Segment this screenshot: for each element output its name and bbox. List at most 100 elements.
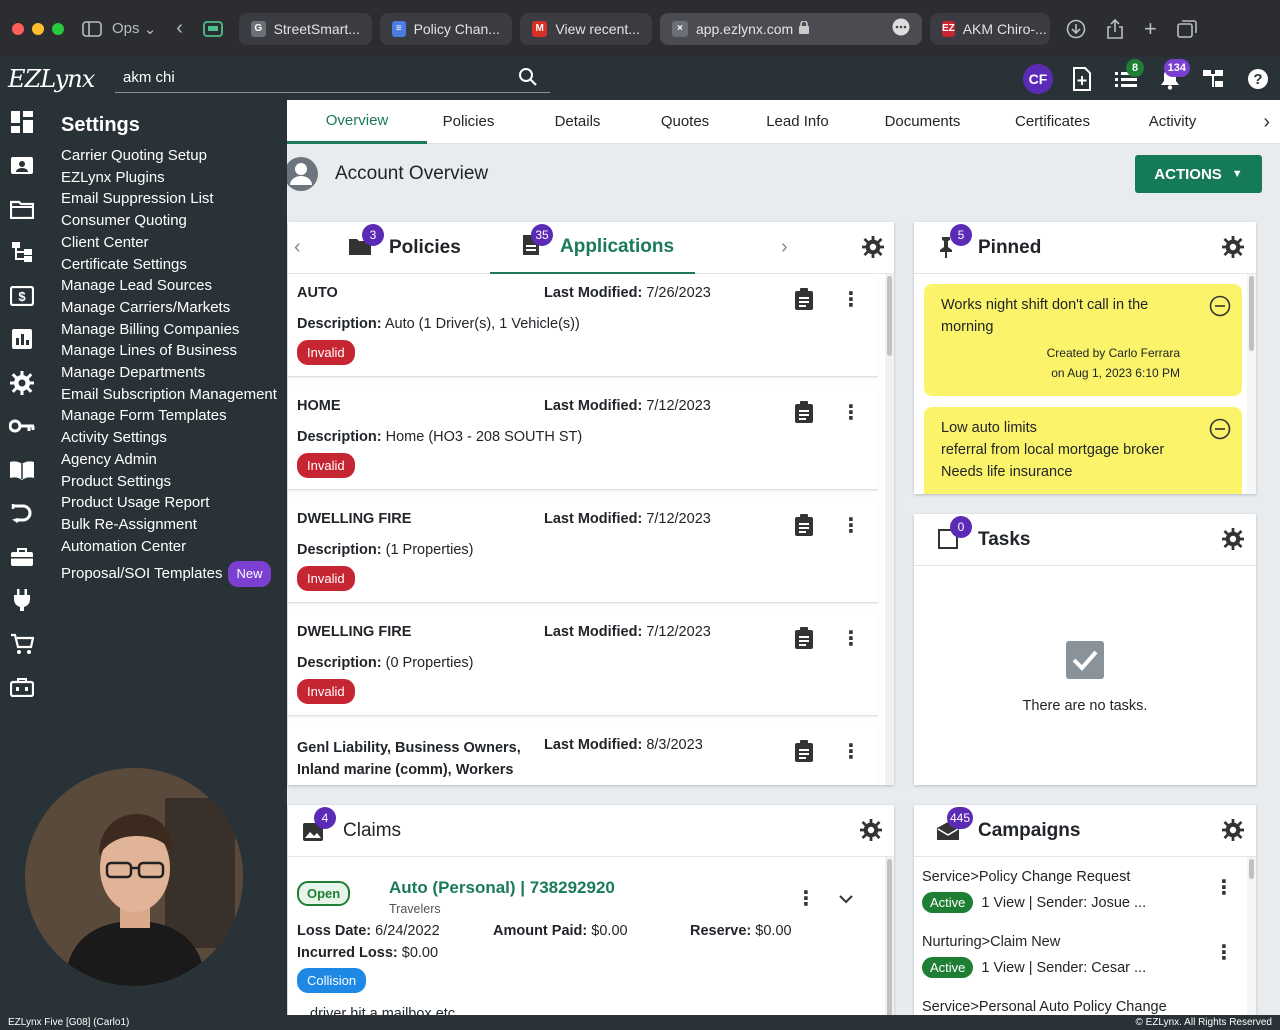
browser-tab[interactable]: ≡ Policy Chan... xyxy=(379,12,512,45)
actions-button[interactable]: ACTIONS ▼ xyxy=(1135,155,1262,193)
gear-icon[interactable] xyxy=(862,236,884,263)
tab-activity[interactable]: Activity xyxy=(1130,100,1215,144)
close-window-button[interactable] xyxy=(12,22,24,35)
pinned-note[interactable]: Low auto limits referral from local mort… xyxy=(924,407,1242,494)
key-icon[interactable] xyxy=(0,405,44,449)
claims-scrollbar[interactable] xyxy=(885,857,894,1020)
tab-lead-info[interactable]: Lead Info xyxy=(725,100,870,144)
folder-icon[interactable] xyxy=(0,187,44,231)
tab-applications[interactable]: 35 Applications xyxy=(490,222,695,274)
tabs-scroll-right-icon[interactable]: › xyxy=(1263,111,1270,134)
more-options-icon[interactable]: ⋮ xyxy=(841,742,861,762)
settings-item[interactable]: Manage Departments xyxy=(61,362,287,384)
unpin-icon[interactable] xyxy=(1209,295,1231,321)
tab-overview-icon[interactable] xyxy=(1176,19,1197,38)
book-icon[interactable] xyxy=(0,448,44,492)
tab-details[interactable]: Details xyxy=(510,100,645,144)
expand-chevron-icon[interactable] xyxy=(839,891,853,909)
new-tab-icon[interactable]: + xyxy=(1144,16,1157,42)
cart-icon[interactable] xyxy=(0,622,44,666)
workspace-selector[interactable]: Ops ⌄ xyxy=(112,20,156,38)
search-input[interactable]: akm chi xyxy=(115,63,550,93)
back-icon[interactable]: ‹ xyxy=(176,17,183,40)
more-options-icon[interactable]: ⋮ xyxy=(841,403,861,423)
gear-icon[interactable] xyxy=(1222,236,1244,263)
claim-more-icon[interactable]: ⋮ xyxy=(796,889,816,909)
settings-item-proposal-templates[interactable]: Proposal/SOI Templates New xyxy=(61,561,287,588)
gear-icon[interactable] xyxy=(1222,819,1244,846)
campaign-item[interactable]: Service>Policy Change Request Active 1 Vi… xyxy=(922,869,1146,913)
tab-quotes[interactable]: Quotes xyxy=(645,100,725,144)
clipboard-icon[interactable] xyxy=(794,740,814,767)
tab-policies[interactable]: Policies xyxy=(427,100,510,144)
org-chart-icon[interactable] xyxy=(1192,57,1236,100)
page-menu-icon[interactable] xyxy=(892,18,910,39)
unpin-icon[interactable] xyxy=(1209,418,1231,444)
download-icon[interactable] xyxy=(1066,19,1086,39)
tab-policies[interactable]: 3 Policies xyxy=(348,222,461,274)
settings-item[interactable]: Client Center xyxy=(61,232,287,254)
campaign-more-icon[interactable]: ⋮ xyxy=(1214,943,1234,963)
settings-item[interactable]: Carrier Quoting Setup xyxy=(61,145,287,167)
settings-item[interactable]: Consumer Quoting xyxy=(61,210,287,232)
zoom-window-button[interactable] xyxy=(52,22,64,35)
card-scroll-right-icon[interactable]: › xyxy=(781,236,788,259)
settings-item[interactable]: Activity Settings xyxy=(61,427,287,449)
plug-icon[interactable] xyxy=(0,579,44,623)
application-item[interactable]: DWELLING FIRE Last Modified: 7/12/2023 Des… xyxy=(288,500,878,603)
briefcase-icon[interactable] xyxy=(0,535,44,579)
settings-item[interactable]: Email Subscription Management xyxy=(61,384,287,406)
settings-item[interactable]: Manage Form Templates xyxy=(61,405,287,427)
card-scrollbar[interactable] xyxy=(885,274,894,785)
settings-item[interactable]: Product Usage Report xyxy=(61,492,287,514)
reports-icon[interactable] xyxy=(0,318,44,362)
settings-item[interactable]: Automation Center xyxy=(61,536,287,558)
more-options-icon[interactable]: ⋮ xyxy=(841,290,861,310)
help-icon[interactable]: ? xyxy=(1236,57,1280,100)
tab-overview[interactable]: Overview xyxy=(287,100,427,144)
new-document-icon[interactable] xyxy=(1060,57,1104,100)
browser-tab[interactable]: EZ AKM Chiro-... xyxy=(929,12,1050,45)
settings-item[interactable]: Bulk Re-Assignment xyxy=(61,514,287,536)
card-scroll-left-icon[interactable]: ‹ xyxy=(294,236,301,259)
integration-icon[interactable] xyxy=(0,492,44,536)
ezlynx-logo[interactable]: EZLynx xyxy=(0,65,115,93)
application-item[interactable]: DWELLING FIRE Last Modified: 7/12/2023 Des… xyxy=(288,613,878,716)
settings-item[interactable]: Certificate Settings xyxy=(61,254,287,276)
browser-tab[interactable]: M View recent... xyxy=(519,12,652,45)
claim-title-link[interactable]: Auto (Personal) | 738292920 xyxy=(389,878,615,898)
tab-certificates[interactable]: Certificates xyxy=(975,100,1130,144)
user-avatar-button[interactable]: CF xyxy=(1016,57,1060,100)
clipboard-icon[interactable] xyxy=(794,288,814,315)
tab-documents[interactable]: Documents xyxy=(870,100,975,144)
sidebar-toggle-icon[interactable] xyxy=(82,20,102,37)
toolbox-icon[interactable] xyxy=(0,666,44,710)
settings-item[interactable]: Manage Carriers/Markets xyxy=(61,297,287,319)
tab-group-icon[interactable] xyxy=(203,20,223,37)
pinned-scrollbar[interactable] xyxy=(1247,274,1256,494)
share-icon[interactable] xyxy=(1106,18,1124,39)
application-item[interactable]: AUTO Last Modified: 7/26/2023 Description:… xyxy=(288,274,878,377)
browser-tab[interactable]: G StreetSmart... xyxy=(238,12,372,45)
settings-item[interactable]: Email Suppression List xyxy=(61,188,287,210)
settings-item[interactable]: Product Settings xyxy=(61,471,287,493)
application-item[interactable]: HOME Last Modified: 7/12/2023 Description:… xyxy=(288,387,878,490)
settings-item[interactable]: Manage Lead Sources xyxy=(61,275,287,297)
more-options-icon[interactable]: ⋮ xyxy=(841,629,861,649)
settings-gear-icon[interactable] xyxy=(0,361,44,405)
clipboard-icon[interactable] xyxy=(794,627,814,654)
settings-item[interactable]: Manage Billing Companies xyxy=(61,319,287,341)
task-list-icon[interactable]: 8 xyxy=(1104,57,1148,100)
contacts-icon[interactable] xyxy=(0,144,44,188)
more-options-icon[interactable]: ⋮ xyxy=(841,516,861,536)
bell-icon[interactable]: 134 xyxy=(1148,57,1192,100)
search-value[interactable]: akm chi xyxy=(123,69,175,86)
billing-icon[interactable]: $ xyxy=(0,274,44,318)
search-icon[interactable] xyxy=(518,67,538,91)
settings-item[interactable]: Agency Admin xyxy=(61,449,287,471)
clipboard-icon[interactable] xyxy=(794,514,814,541)
gear-icon[interactable] xyxy=(860,819,882,846)
browser-tab[interactable]: × app.ezlynx.com xyxy=(659,12,922,45)
dashboard-icon[interactable] xyxy=(0,100,44,144)
campaigns-scrollbar[interactable] xyxy=(1247,857,1256,1020)
